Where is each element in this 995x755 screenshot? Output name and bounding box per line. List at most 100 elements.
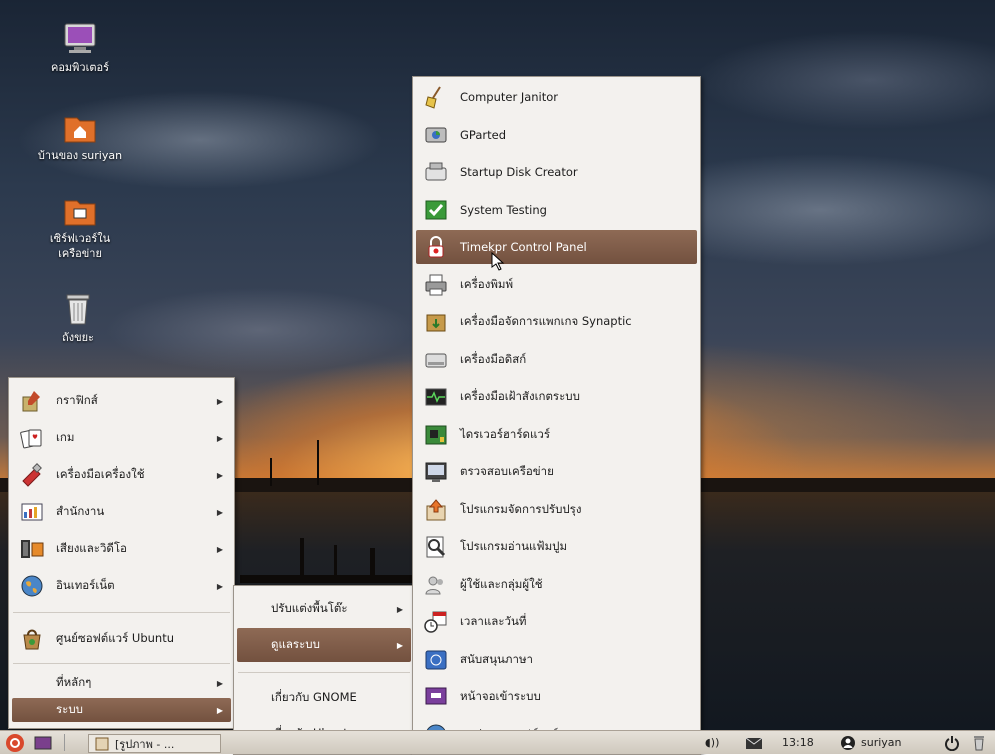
desktop-icon-trash[interactable]: ถังขยะ — [28, 292, 128, 345]
admin-menu-item[interactable]: เครื่องพิมพ์ — [416, 268, 697, 302]
menu-item-label: ที่หลักๆ — [56, 675, 92, 689]
internet-icon — [20, 574, 44, 598]
menu-item-label: Computer Janitor — [460, 90, 559, 104]
menu-separator — [13, 612, 230, 613]
spacer-icon — [245, 686, 259, 710]
hardware-card-icon — [424, 423, 448, 447]
admin-menu-item[interactable]: Computer Janitor — [416, 80, 697, 114]
trash-applet[interactable] — [972, 734, 986, 751]
menu-item-label: GParted — [460, 127, 506, 142]
admin-menu-item[interactable]: สนับสนุนภาษา — [416, 643, 697, 677]
admin-menu-item[interactable]: ไดรเวอร์ฮาร์ดแวร์ — [416, 418, 697, 452]
menu-item-preferences[interactable]: ปรับแต่งพื้นโต๊ะ ▶ — [237, 592, 411, 626]
menu-item-administration[interactable]: ดูแลระบบ ▶ — [237, 628, 411, 662]
computer-icon — [64, 23, 96, 53]
login-screen-icon — [424, 685, 448, 709]
submenu-arrow-icon: ▶ — [216, 507, 223, 517]
office-icon — [20, 500, 44, 524]
messaging-indicator[interactable] — [745, 734, 763, 751]
menu-item-about-gnome[interactable]: เกี่ยวกับ GNOME — [237, 681, 411, 715]
clock-calendar-icon — [424, 610, 448, 634]
software-center-icon — [20, 627, 44, 651]
menu-item-graphics[interactable]: กราฟิกส์ ▶ — [12, 384, 231, 418]
admin-menu-item[interactable]: Timekpr Control Panel — [416, 230, 697, 264]
games-icon — [20, 426, 44, 450]
volume-icon: ◖)) — [705, 736, 720, 749]
user-menu[interactable]: suriyan — [840, 734, 902, 751]
menu-separator — [13, 663, 230, 664]
menu-item-label: System Testing — [460, 202, 547, 217]
administration-submenu: Computer Janitor GParted Startup Disk Crea… — [412, 76, 701, 755]
admin-menu-item[interactable]: System Testing — [416, 193, 697, 227]
padlock-icon — [424, 235, 448, 259]
volume-indicator[interactable]: ◖)) — [705, 734, 719, 751]
ubuntu-menu-button[interactable] — [4, 733, 26, 752]
image-viewer-icon — [95, 737, 109, 750]
mouse-cursor-icon — [491, 252, 505, 271]
clock[interactable]: 13:18 — [782, 734, 814, 751]
admin-menu-item[interactable]: หน้าจอเข้าระบบ — [416, 680, 697, 714]
desktop-icon-network[interactable]: เซิร์ฟเวอร์ใน เครือข่าย — [30, 195, 130, 261]
menu-item-label: เครื่องมือเฝ้าสังเกตระบบ — [460, 389, 580, 403]
admin-menu-item[interactable]: เวลาและวันที่ — [416, 605, 697, 639]
admin-menu-item[interactable]: ผู้ใช้และกลุ่มผู้ใช้ — [416, 568, 697, 602]
menu-item-label: เกี่ยวกับ GNOME — [271, 690, 357, 704]
menu-item-label: Startup Disk Creator — [460, 165, 578, 179]
sound-video-icon — [20, 537, 44, 561]
menu-item-places[interactable]: ที่หลักๆ ▶ — [12, 671, 231, 695]
dock-pier — [240, 575, 415, 583]
taskbar-window-label: [รูปภาพ - ... — [115, 737, 175, 751]
log-viewer-icon — [424, 535, 448, 559]
menu-item-software-center[interactable]: ศูนย์ซอฟต์แวร์ Ubuntu — [12, 622, 231, 656]
menu-item-accessories[interactable]: เครื่องมือเครื่องใช้ ▶ — [12, 458, 231, 492]
show-desktop-button[interactable] — [34, 734, 52, 751]
bottom-panel: [รูปภาพ - ... ◖)) 13:18 suriyan — [0, 730, 995, 754]
graphics-icon — [20, 389, 44, 413]
printer-icon — [424, 273, 448, 297]
broom-icon — [424, 85, 448, 109]
menu-item-label: ไดรเวอร์ฮาร์ดแวร์ — [460, 426, 551, 441]
menu-item-label: ปรับแต่งพื้นโต๊ะ — [271, 601, 348, 615]
dock-post — [300, 538, 304, 578]
menu-item-internet[interactable]: อินเทอร์เน็ต ▶ — [12, 569, 231, 603]
mast — [317, 440, 319, 485]
admin-menu-item[interactable]: เครื่องมือดิสก์ — [416, 343, 697, 377]
submenu-arrow-icon: ▶ — [216, 433, 223, 443]
menu-item-office[interactable]: สำนักงาน ▶ — [12, 495, 231, 529]
ubuntu-logo-icon — [6, 733, 24, 752]
menu-item-label: เครื่องมือดิสก์ — [460, 351, 527, 366]
menu-separator — [238, 672, 410, 673]
accessories-icon — [20, 463, 44, 487]
menu-item-label: โปรแกรมอ่านแฟ้มปูม — [460, 539, 568, 553]
desktop-icon-home[interactable]: บ้านของ suriyan — [30, 112, 130, 163]
admin-menu-item[interactable]: โปรแกรมอ่านแฟ้มปูม — [416, 530, 697, 564]
network-tools-icon — [424, 460, 448, 484]
admin-menu-item[interactable]: GParted — [416, 118, 697, 152]
spacer-icon — [245, 597, 259, 621]
admin-menu-item[interactable]: โปรแกรมจัดการปรับปรุง — [416, 493, 697, 527]
menu-item-label: กราฟิกส์ — [56, 393, 98, 407]
menu-item-system[interactable]: ระบบ ▶ — [12, 698, 231, 722]
taskbar-window-button[interactable]: [รูปภาพ - ... — [88, 734, 221, 753]
menu-item-sound-video[interactable]: เสียงและวิดีโอ ▶ — [12, 532, 231, 566]
applications-menu: กราฟิกส์ ▶ เกม ▶ เครื่องมือเครื่องใช้ ▶ … — [8, 377, 235, 729]
spacer-icon — [245, 633, 259, 657]
admin-menu-item[interactable]: Startup Disk Creator — [416, 155, 697, 189]
user-status-icon — [841, 735, 855, 750]
admin-menu-item[interactable]: ตรวจสอบเครือข่าย — [416, 455, 697, 489]
users-icon — [424, 573, 448, 597]
clock-label: 13:18 — [782, 736, 814, 749]
desktop-icon-label: คอมพิวเตอร์ — [50, 61, 110, 74]
menu-item-label: เครื่องมือจัดการแพกเกจ Synaptic — [460, 314, 632, 328]
menu-item-label: โปรแกรมจัดการปรับปรุง — [460, 501, 582, 516]
admin-menu-item[interactable]: เครื่องมือจัดการแพกเกจ Synaptic — [416, 305, 697, 339]
submenu-arrow-icon: ▶ — [216, 581, 223, 591]
admin-menu-item[interactable]: เครื่องมือเฝ้าสังเกตระบบ — [416, 380, 697, 414]
desktop-icon-computer[interactable]: คอมพิวเตอร์ — [30, 22, 130, 75]
menu-item-games[interactable]: เกม ▶ — [12, 421, 231, 455]
submenu-arrow-icon: ▶ — [396, 640, 403, 650]
mast — [270, 458, 272, 486]
home-folder-icon — [64, 117, 96, 143]
shutdown-button[interactable] — [944, 734, 960, 751]
menu-item-label: ระบบ — [56, 702, 83, 716]
